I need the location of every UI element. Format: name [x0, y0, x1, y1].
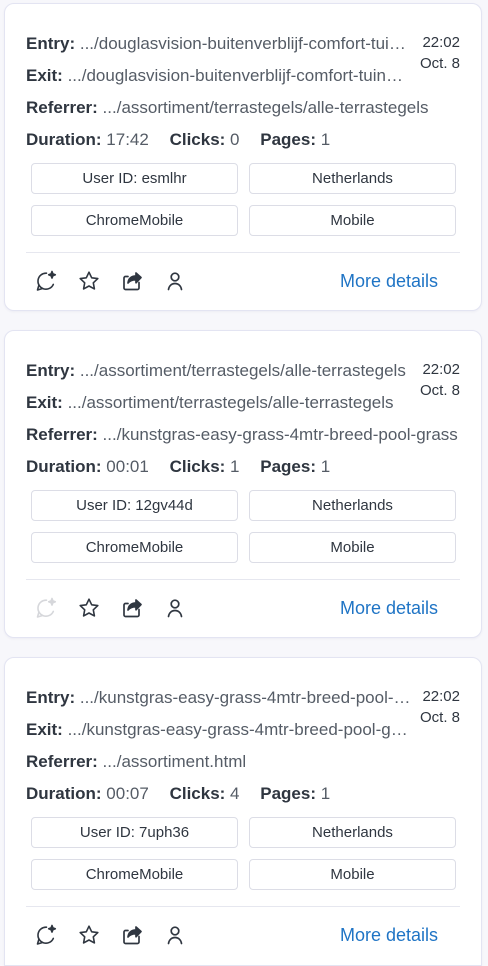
share-icon[interactable]: [119, 595, 145, 621]
exit-line: Exit: .../douglasvision-buitenverblijf-c…: [26, 65, 411, 87]
exit-value: .../assortiment/terrastegels/alle-terras…: [67, 393, 394, 412]
duration-label: Duration:: [26, 784, 102, 803]
pages-label: Pages:: [260, 130, 316, 149]
referrer-value: .../assortiment/terrastegels/alle-terras…: [102, 98, 429, 117]
referrer-line: Referrer: .../kunstgras-easy-grass-4mtr-…: [26, 424, 458, 446]
entry-label: Entry:: [26, 688, 76, 707]
duration-label: Duration:: [26, 457, 102, 476]
pages-value: 1: [320, 457, 331, 476]
clicks-value: 1: [230, 457, 240, 476]
referrer-line: Referrer: .../assortiment/terrastegels/a…: [26, 97, 458, 119]
session-date: Oct. 8: [419, 709, 460, 726]
stats-line: Duration: 00:07 Clicks: 4 Pages: 1: [26, 783, 458, 805]
pages-label: Pages:: [260, 457, 316, 476]
referrer-label: Referrer:: [26, 98, 98, 117]
user-icon[interactable]: [162, 268, 188, 294]
card-divider: [26, 579, 460, 580]
session-card: Entry: .../kunstgras-easy-grass-4mtr-bre…: [4, 657, 482, 966]
entry-label: Entry:: [26, 361, 76, 380]
clicks-label: Clicks:: [169, 784, 226, 803]
session-time: 22:02: [422, 34, 460, 51]
clicks-value: 0: [230, 130, 240, 149]
session-time: 22:02: [422, 688, 460, 705]
device-tag[interactable]: Mobile: [249, 859, 456, 890]
country-tag[interactable]: Netherlands: [249, 490, 456, 521]
clicks-label: Clicks:: [169, 457, 226, 476]
session-card: Entry: .../assortiment/terrastegels/alle…: [4, 330, 482, 638]
session-timestamp: 22:02 Oct. 8: [420, 686, 460, 728]
entry-value: .../assortiment/terrastegels/alle-terras…: [79, 361, 406, 380]
pages-value: 1: [320, 784, 331, 803]
duration-value: 00:07: [106, 784, 149, 803]
pages-label: Pages:: [260, 784, 316, 803]
user-id-tag[interactable]: User ID: esmlhr: [31, 163, 238, 194]
star-icon[interactable]: [76, 595, 102, 621]
pages-value: 1: [320, 130, 331, 149]
exit-line: Exit: .../kunstgras-easy-grass-4mtr-bree…: [26, 719, 411, 741]
chat-sparkle-icon[interactable]: [33, 595, 59, 621]
referrer-line: Referrer: .../assortiment.html: [26, 751, 458, 773]
entry-value: .../kunstgras-easy-grass-4mtr-breed-pool…: [79, 688, 411, 707]
chat-sparkle-icon[interactable]: [33, 268, 59, 294]
browser-tag[interactable]: ChromeMobile: [31, 859, 238, 890]
star-icon[interactable]: [76, 268, 102, 294]
user-icon[interactable]: [162, 595, 188, 621]
device-tag[interactable]: Mobile: [249, 205, 456, 236]
exit-value: .../kunstgras-easy-grass-4mtr-breed-pool…: [67, 720, 411, 739]
user-id-tag[interactable]: User ID: 12gv44d: [31, 490, 238, 521]
entry-label: Entry:: [26, 34, 76, 53]
referrer-label: Referrer:: [26, 425, 98, 444]
stats-line: Duration: 17:42 Clicks: 0 Pages: 1: [26, 129, 458, 151]
card-divider: [26, 252, 460, 253]
exit-label: Exit:: [26, 66, 63, 85]
country-tag[interactable]: Netherlands: [249, 817, 456, 848]
card-divider: [26, 906, 460, 907]
session-time: 22:02: [422, 361, 460, 378]
referrer-label: Referrer:: [26, 752, 98, 771]
clicks-value: 4: [230, 784, 240, 803]
device-tag[interactable]: Mobile: [249, 532, 456, 563]
share-icon[interactable]: [119, 268, 145, 294]
exit-line: Exit: .../assortiment/terrastegels/alle-…: [26, 392, 411, 414]
exit-value: .../douglasvision-buitenverblijf-comfort…: [67, 66, 411, 85]
session-date: Oct. 8: [419, 55, 460, 72]
browser-tag[interactable]: ChromeMobile: [31, 532, 238, 563]
more-details-link[interactable]: More details: [340, 596, 438, 620]
share-icon[interactable]: [119, 922, 145, 948]
entry-line: Entry: .../douglasvision-buitenverblijf-…: [26, 33, 411, 55]
more-details-link[interactable]: More details: [340, 923, 438, 947]
session-date: Oct. 8: [419, 382, 460, 399]
more-details-link[interactable]: More details: [340, 269, 438, 293]
entry-line: Entry: .../assortiment/terrastegels/alle…: [26, 360, 411, 382]
referrer-value: .../kunstgras-easy-grass-4mtr-breed-pool…: [102, 425, 458, 444]
exit-label: Exit:: [26, 393, 63, 412]
duration-value: 00:01: [106, 457, 149, 476]
entry-line: Entry: .../kunstgras-easy-grass-4mtr-bre…: [26, 687, 411, 709]
user-icon[interactable]: [162, 922, 188, 948]
star-icon[interactable]: [76, 922, 102, 948]
referrer-value: .../assortiment.html: [102, 752, 247, 771]
session-timestamp: 22:02 Oct. 8: [420, 359, 460, 401]
country-tag[interactable]: Netherlands: [249, 163, 456, 194]
session-card: Entry: .../douglasvision-buitenverblijf-…: [4, 3, 482, 311]
chat-sparkle-icon[interactable]: [33, 922, 59, 948]
duration-label: Duration:: [26, 130, 102, 149]
exit-label: Exit:: [26, 720, 63, 739]
session-timestamp: 22:02 Oct. 8: [420, 32, 460, 74]
clicks-label: Clicks:: [169, 130, 226, 149]
stats-line: Duration: 00:01 Clicks: 1 Pages: 1: [26, 456, 458, 478]
browser-tag[interactable]: ChromeMobile: [31, 205, 238, 236]
user-id-tag[interactable]: User ID: 7uph36: [31, 817, 238, 848]
entry-value: .../douglasvision-buitenverblijf-comfort…: [79, 34, 411, 53]
duration-value: 17:42: [106, 130, 149, 149]
